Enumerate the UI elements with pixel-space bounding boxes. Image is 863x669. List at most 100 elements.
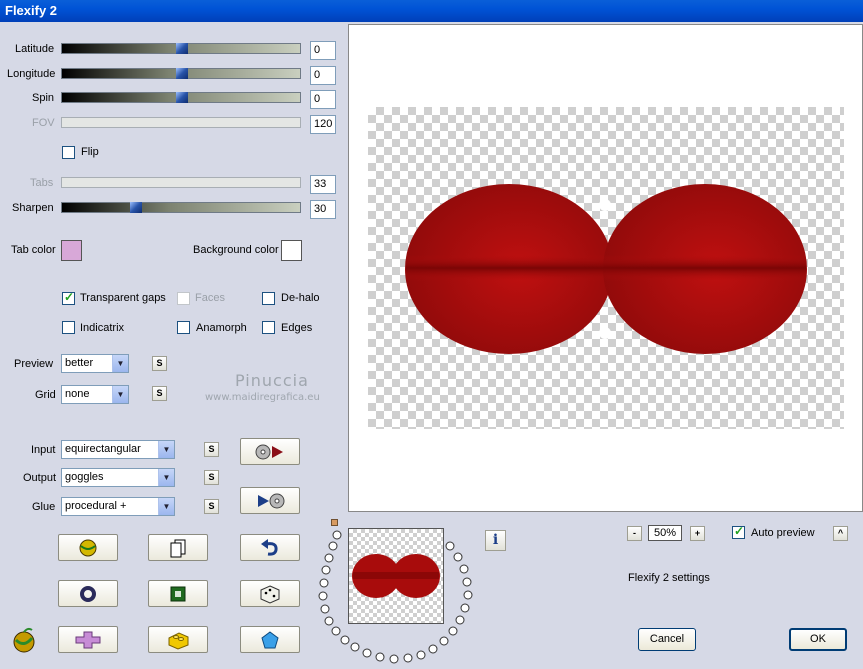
output-select-value: goggles: [65, 471, 104, 483]
glue-select-value: procedural +: [65, 500, 127, 512]
glue-select[interactable]: procedural + ▼: [61, 497, 175, 516]
copy-icon: [170, 539, 186, 558]
chevron-down-icon: ▼: [112, 386, 128, 403]
save-preset-button[interactable]: [240, 487, 300, 514]
fov-slider: [61, 117, 301, 128]
faces-label: Faces: [195, 292, 225, 304]
sharpen-input[interactable]: 30: [310, 200, 336, 219]
preview-label: Preview: [14, 358, 54, 370]
app-logo-icon: [13, 627, 35, 653]
input-select-value: equirectangular: [65, 443, 141, 455]
background-color-swatch[interactable]: [281, 240, 302, 261]
block-button[interactable]: [148, 626, 208, 653]
watermark-url: www.maidiregrafica.eu: [205, 392, 320, 403]
glue-label: Glue: [32, 501, 56, 513]
indicatrix-label: Indicatrix: [80, 322, 125, 334]
flip-label: Flip: [81, 146, 99, 158]
preview-save-button[interactable]: S: [152, 356, 167, 371]
info-button[interactable]: i: [485, 530, 506, 551]
grid-label: Grid: [35, 389, 56, 401]
background-color-label: Background color: [193, 244, 279, 256]
grid-select-value: none: [65, 388, 90, 400]
square-icon: [170, 586, 186, 602]
navigator-handle[interactable]: [331, 519, 338, 526]
edges-checkbox[interactable]: [262, 321, 275, 334]
preview-select[interactable]: better ▼: [61, 354, 129, 373]
longitude-label: Longitude: [7, 68, 56, 80]
play-disc-icon: [258, 493, 285, 509]
latitude-slider[interactable]: [61, 43, 301, 54]
latitude-input[interactable]: 0: [310, 41, 336, 60]
copy-button[interactable]: [148, 534, 208, 561]
auto-preview-checkbox[interactable]: ✓: [732, 524, 745, 539]
output-label: Output: [23, 472, 57, 484]
transparent-gaps-checkbox[interactable]: ✓: [62, 290, 75, 305]
globe-icon: [79, 539, 97, 557]
brick-icon: [168, 632, 189, 650]
pentagon-button[interactable]: [240, 626, 300, 653]
output-select[interactable]: goggles ▼: [61, 468, 175, 487]
window-title: Flexify 2: [0, 0, 863, 22]
anamorph-checkbox[interactable]: [177, 321, 190, 334]
fov-label: FOV: [32, 117, 55, 129]
plus-shape-icon: [75, 631, 101, 649]
input-save-button[interactable]: S: [204, 442, 219, 457]
input-select[interactable]: equirectangular ▼: [61, 440, 175, 459]
preview-shape: [405, 184, 807, 354]
collapse-button[interactable]: ^: [833, 526, 848, 541]
tab-color-label: Tab color: [11, 244, 56, 256]
ring-icon: [80, 586, 96, 602]
longitude-slider[interactable]: [61, 68, 301, 79]
output-save-button[interactable]: S: [204, 470, 219, 485]
longitude-input[interactable]: 0: [310, 66, 336, 85]
tabs-label: Tabs: [30, 177, 54, 189]
watermark-name: Pinuccia: [235, 371, 309, 390]
chevron-down-icon: ▼: [112, 355, 128, 372]
glue-save-button[interactable]: S: [204, 499, 219, 514]
zoom-level[interactable]: 50%: [648, 525, 682, 541]
chevron-down-icon: ▼: [158, 441, 174, 458]
spin-slider[interactable]: [61, 92, 301, 103]
status-text: Flexify 2 settings: [628, 572, 710, 584]
fov-input: 120: [310, 115, 336, 134]
indicatrix-checkbox[interactable]: [62, 321, 75, 334]
de-halo-checkbox[interactable]: [262, 292, 275, 305]
tab-color-swatch[interactable]: [61, 240, 82, 261]
input-label: Input: [31, 444, 56, 456]
de-halo-label: De-halo: [281, 292, 320, 304]
transparent-gaps-label: Transparent gaps: [80, 292, 166, 304]
grid-select[interactable]: none ▼: [61, 385, 129, 404]
load-preset-button[interactable]: [240, 438, 300, 465]
ring-button[interactable]: [58, 580, 118, 607]
main-preview[interactable]: [348, 24, 863, 512]
zoom-out-button[interactable]: -: [627, 526, 642, 541]
latitude-slider-thumb[interactable]: [176, 43, 188, 54]
auto-preview-label: Auto preview: [751, 527, 815, 539]
flip-checkbox[interactable]: [62, 146, 75, 159]
dice-icon: [260, 585, 280, 604]
undo-button[interactable]: [240, 534, 300, 561]
sharpen-slider-thumb[interactable]: [130, 202, 142, 213]
cross-button[interactable]: [58, 626, 118, 653]
latitude-label: Latitude: [15, 43, 55, 55]
sharpen-slider[interactable]: [61, 202, 301, 213]
chevron-down-icon: ▼: [158, 498, 174, 515]
spin-label: Spin: [32, 92, 55, 104]
randomize-colors-button[interactable]: [58, 534, 118, 561]
pentagon-icon: [261, 631, 279, 649]
cancel-button[interactable]: Cancel: [638, 628, 696, 651]
tabs-input: 33: [310, 175, 336, 194]
grid-save-button[interactable]: S: [152, 386, 167, 401]
zoom-in-button[interactable]: +: [690, 526, 705, 541]
ok-button[interactable]: OK: [789, 628, 847, 651]
navigator-dots: [318, 530, 473, 664]
spin-slider-thumb[interactable]: [176, 92, 188, 103]
longitude-slider-thumb[interactable]: [176, 68, 188, 79]
anamorph-label: Anamorph: [196, 322, 247, 334]
edges-label: Edges: [281, 322, 313, 334]
square-button[interactable]: [148, 580, 208, 607]
chevron-down-icon: ▼: [158, 469, 174, 486]
random-button[interactable]: [240, 580, 300, 607]
preview-select-value: better: [65, 357, 94, 369]
spin-input[interactable]: 0: [310, 90, 336, 109]
